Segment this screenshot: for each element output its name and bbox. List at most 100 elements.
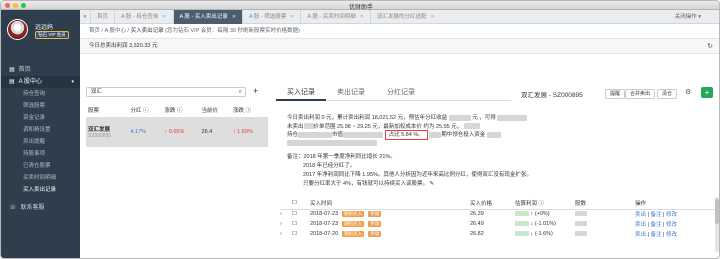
arrow-up-icon: ↑ <box>232 129 236 136</box>
stock-code: SZ000895 <box>88 133 112 140</box>
sidebar-sub-item[interactable]: 已清仓股票 <box>1 160 80 172</box>
scroll-left-icon[interactable]: « <box>80 14 90 20</box>
tab-dividend[interactable]: 双汇发展的分红送配 ✕ <box>369 9 441 24</box>
headset-icon: ☏ <box>9 205 17 211</box>
tab-buy-records[interactable]: 买入记录 <box>276 85 326 101</box>
notes-block: 备注：2018 年第一季度净利同比增长 21%。 2018 年已经分红了。 20… <box>287 153 532 189</box>
tab-screen[interactable]: A 股 - 筛选股票 ✕ <box>242 9 300 24</box>
note-link[interactable]: 备注 <box>651 232 662 238</box>
select-all-checkbox[interactable]: ☐ <box>292 200 297 206</box>
sidebar-item-label: 首页 <box>18 67 31 73</box>
hidden-value <box>343 131 384 138</box>
edit-link[interactable]: 修改 <box>666 212 677 218</box>
edit-icon[interactable]: ✎ <box>430 181 435 187</box>
hidden-value <box>287 140 377 147</box>
note-link[interactable]: 备注 <box>651 222 662 228</box>
sidebar-sub-item-active[interactable]: 买入卖出记录 <box>1 184 80 196</box>
sidebar-item-contact[interactable]: ☏ 联系客服 <box>1 202 80 214</box>
column-header: 股票 <box>86 104 129 118</box>
sidebar-sub-item[interactable]: 买卖时间明细 <box>1 172 80 184</box>
profit-percent: (-1.01%) <box>534 221 556 227</box>
add-stock-button[interactable]: + <box>253 86 258 96</box>
merge-sell-button[interactable]: 合并卖出 <box>625 89 656 99</box>
expand-icon[interactable]: › <box>280 209 292 219</box>
hidden-value <box>515 221 529 227</box>
column-header[interactable]: 估算利润 ⓘ <box>515 197 575 210</box>
edit-link[interactable]: 修改 <box>666 232 677 238</box>
sell-link[interactable]: 卖出 <box>635 232 646 238</box>
close-icon[interactable]: ✕ <box>290 10 294 24</box>
gear-icon[interactable]: ⚙ <box>685 88 691 96</box>
stock-search-input[interactable]: 双汇 ⌕ <box>86 87 246 97</box>
search-value: 双汇 <box>91 89 103 95</box>
column-header[interactable]: 分红 ⓘ <box>128 104 163 118</box>
chart-icon: ▤ <box>9 79 15 85</box>
sidebar-sub-item[interactable]: 调和精设置 <box>1 124 80 136</box>
tab-sell-records[interactable]: 卖出记录 <box>326 85 376 101</box>
expand-icon[interactable]: › <box>280 219 292 229</box>
tab-trade-time[interactable]: A 股 - 买卖时间明细 ✕ <box>300 9 370 24</box>
note-link[interactable]: 备注 <box>651 212 662 218</box>
column-header[interactable]: 涨跌 ⓘ <box>162 104 200 118</box>
hidden-value <box>429 131 442 138</box>
refresh-icon[interactable]: ↻ <box>707 39 713 54</box>
close-icon[interactable]: ✕ <box>431 10 435 24</box>
arrow-up-icon: ↑ <box>164 129 168 136</box>
avatar[interactable] <box>7 19 28 40</box>
sell-link[interactable]: 卖出 <box>635 222 646 228</box>
row-checkbox[interactable]: ☐ <box>292 229 310 239</box>
buy-price: 26.39 <box>470 211 484 218</box>
sidebar-sub-item[interactable]: 卖出提醒 <box>1 136 80 148</box>
arrow-down-icon: ↓ <box>530 231 534 237</box>
vip-badge: 钻石 VIP 会员 <box>35 31 69 39</box>
price-value: 26.4 <box>199 117 231 147</box>
tab-bar: « 首页 A 股 - 持仓查询 ✕ A 股 - 买入卖出记录 ✕ A 股 - 筛选股… <box>80 9 719 24</box>
sidebar-sub-item[interactable]: 持股事项 <box>1 148 80 160</box>
close-operations-menu[interactable]: 关闭操作 ▾ <box>675 10 701 24</box>
tab-trade-records[interactable]: A 股 - 买入卖出记录 ✕ <box>172 9 242 24</box>
profit-percent: (-1.6%) <box>534 231 553 237</box>
record-tabs: 买入记录 卖出记录 分红记录 <box>276 85 511 101</box>
note-line: 2018 年已经分红了。 <box>303 163 356 169</box>
sidebar-item-home[interactable]: ▦ 首页 <box>1 64 80 76</box>
sidebar-sub-item[interactable]: 筛选股票 <box>1 100 80 112</box>
alert-button[interactable]: 提醒 <box>605 89 626 99</box>
sidebar-item-a-share-center[interactable]: ▤ A 股中心 ▾ <box>1 76 80 88</box>
table-row[interactable]: › ☐ 2018-07-23 期初买入 手动 26.39 ↑ (+0%) 卖出 | … <box>280 209 719 219</box>
table-row[interactable]: 双汇发展 SZ000895 4.17% ↑ 0.65% 26.4 ↑ 1.69% <box>86 117 268 147</box>
tag-badge: 手动 <box>368 221 382 227</box>
tag-badge: 期初买入 <box>342 221 365 227</box>
clear-position-button[interactable]: 清仓 <box>657 89 678 99</box>
sidebar-sub-item[interactable]: 持仓查询 <box>1 88 80 100</box>
tab-dividend-records[interactable]: 分红记录 <box>376 85 426 101</box>
close-icon[interactable]: ✕ <box>360 10 364 24</box>
breadcrumb-home[interactable]: 首页 <box>89 28 100 34</box>
edit-link[interactable]: 修改 <box>666 222 677 228</box>
table-row[interactable]: › ☐ 2018-07-20 期初买入 手动 26.82 ↓ (-1.6%) 卖出 … <box>280 229 719 239</box>
column-header[interactable]: 股数 <box>575 197 635 210</box>
tab-home[interactable]: 首页 <box>90 9 114 24</box>
breadcrumb-note: (您为钻石 VIP 会员：每隔 30 秒刷新股票实时价格数据) <box>165 28 300 34</box>
close-icon[interactable]: ✕ <box>162 10 166 24</box>
column-header[interactable]: 买入价格 <box>470 197 515 210</box>
column-header[interactable]: 涨跌 ⓘ <box>230 104 268 118</box>
row-checkbox[interactable]: ☐ <box>292 209 310 219</box>
sidebar-item-label: 联系客服 <box>20 205 45 211</box>
scrollbar-thumb[interactable] <box>715 199 719 224</box>
info-icon: ⓘ <box>245 108 251 115</box>
close-ops-label: 关闭操作 <box>674 14 697 20</box>
sidebar-sub-item[interactable]: 资金记录 <box>1 112 80 124</box>
search-icon[interactable]: ⌕ <box>239 88 242 97</box>
scrollbar[interactable] <box>715 197 719 252</box>
expand-icon[interactable]: › <box>280 229 292 239</box>
table-row[interactable]: › ☐ 2018-07-23 期初买入 手动 26.49 ↓ (-1.01%) 卖出… <box>280 219 719 229</box>
row-checkbox[interactable]: ☐ <box>292 219 310 229</box>
breadcrumb-center[interactable]: A 股中心 <box>105 28 126 34</box>
column-header[interactable]: 当前价 <box>199 104 231 118</box>
add-record-button[interactable]: + <box>701 87 713 98</box>
change2-value: ↑ 1.69% <box>230 117 268 147</box>
tab-holdings[interactable]: A 股 - 持仓查询 ✕ <box>114 9 172 24</box>
sell-link[interactable]: 卖出 <box>635 212 646 218</box>
column-header[interactable]: 买入时间 <box>310 197 470 210</box>
close-icon[interactable]: ✕ <box>232 10 236 24</box>
